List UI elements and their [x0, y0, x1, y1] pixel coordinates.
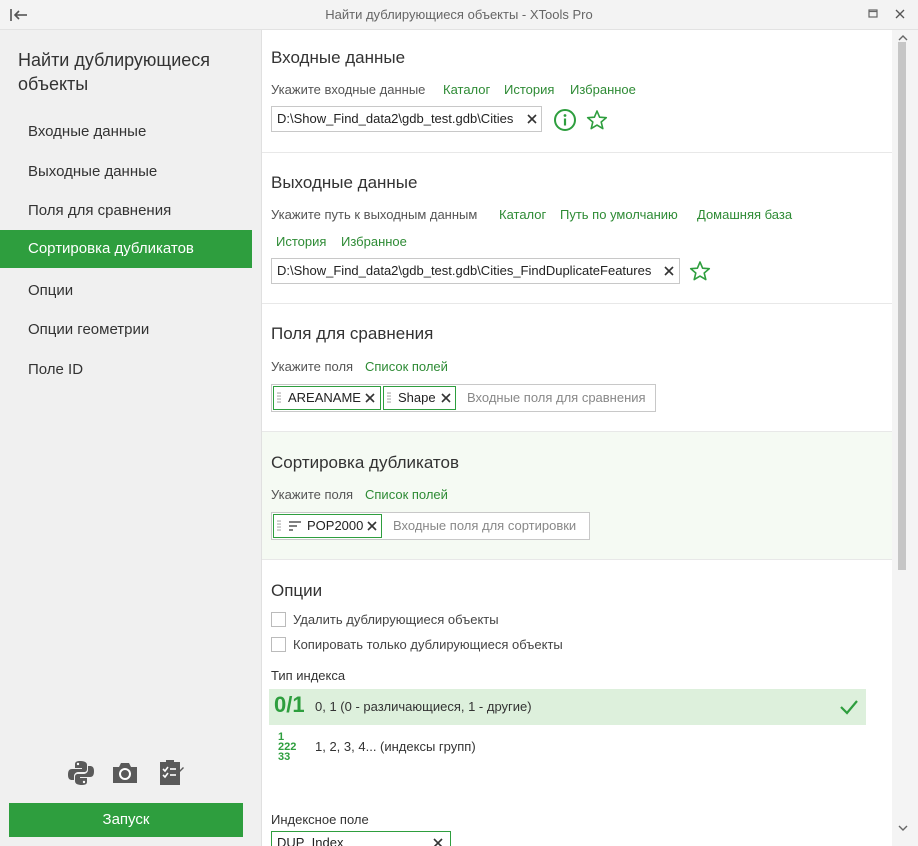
camera-icon[interactable]	[110, 758, 140, 788]
sort-hint: Укажите поля	[271, 487, 354, 502]
options-section: Опции Удалить дублирующиеся объекты Копи…	[262, 560, 892, 846]
field-chip-label: POP2000	[307, 518, 364, 533]
remove-icon[interactable]	[440, 392, 452, 404]
sidebar-title: Найти дублирующиеся объекты	[18, 50, 211, 94]
index-field-input[interactable]: DUP_Index	[271, 831, 451, 846]
compare-section-title: Поля для сравнения	[271, 324, 434, 343]
index-type-groups-label: 1, 2, 3, 4... (индексы групп)	[315, 739, 476, 754]
sort-field-list-link[interactable]: Список полей	[365, 487, 448, 502]
delete-duplicates-label: Удалить дублирующиеся объекты	[293, 612, 499, 627]
index-type-label: Тип индекса	[271, 668, 346, 683]
run-button[interactable]: Запуск	[9, 803, 243, 837]
scroll-thumb[interactable]	[898, 42, 906, 570]
input-catalog-link[interactable]: Каталог	[443, 82, 490, 97]
scroll-down-icon[interactable]	[896, 822, 910, 834]
sort-duplicates-section: Сортировка дубликатов Укажите поля Списо…	[262, 432, 892, 560]
copy-duplicates-label: Копировать только дублирующиеся объекты	[293, 637, 563, 652]
output-default-path-link[interactable]: Путь по умолчанию	[560, 207, 678, 222]
field-chip[interactable]: Shape	[383, 386, 456, 410]
input-path-value: D:\Show_Find_data2\gdb_test.gdb\Cities	[277, 111, 514, 126]
star-icon[interactable]	[689, 260, 711, 282]
sidebar-item-geometry-options[interactable]: Опции геометрии	[0, 311, 252, 349]
clear-icon[interactable]	[525, 112, 539, 126]
compare-fields-input[interactable]: AREANAME Shape Входные поля для сравнени…	[271, 384, 656, 412]
restore-icon[interactable]	[864, 5, 882, 23]
remove-icon[interactable]	[366, 520, 378, 532]
compare-fields-placeholder: Входные поля для сравнения	[467, 390, 646, 405]
star-icon[interactable]	[586, 109, 608, 131]
sort-ascending-icon[interactable]	[288, 520, 302, 532]
field-chip-label: AREANAME	[288, 390, 361, 405]
checkmark-icon	[840, 700, 858, 715]
close-icon[interactable]	[891, 5, 909, 23]
output-section: Выходные данные Укажите путь к выходным …	[262, 153, 892, 304]
input-favorites-link[interactable]: Избранное	[570, 82, 636, 97]
index-type-binary-label: 0, 1 (0 - различающиеся, 1 - другие)	[315, 699, 532, 714]
delete-duplicates-checkbox[interactable]	[271, 612, 286, 627]
window-title: Найти дублирующиеся объекты - XTools Pro	[325, 7, 593, 22]
input-section: Входные данные Укажите входные данные Ка…	[262, 30, 892, 153]
index-type-groups-option[interactable]: 1 222 33 1, 2, 3, 4... (индексы групп)	[269, 729, 866, 765]
copy-duplicates-checkbox[interactable]	[271, 637, 286, 652]
index-field-label: Индексное поле	[271, 812, 369, 827]
options-section-title: Опции	[271, 581, 323, 600]
field-chip-label: Shape	[398, 390, 436, 405]
sidebar-item-output[interactable]: Выходные данные	[0, 153, 252, 191]
output-section-title: Выходные данные	[271, 173, 418, 192]
drag-handle-icon[interactable]	[387, 391, 391, 405]
input-path-field[interactable]: D:\Show_Find_data2\gdb_test.gdb\Cities	[271, 106, 542, 132]
sort-fields-placeholder: Входные поля для сортировки	[393, 518, 577, 533]
input-hint: Укажите входные данные	[271, 82, 426, 97]
delete-duplicates-checkbox-row[interactable]: Удалить дублирующиеся объекты	[271, 610, 671, 630]
index-type-binary-option[interactable]: 0/1 0, 1 (0 - различающиеся, 1 - другие)	[269, 689, 866, 725]
compare-fields-section: Поля для сравнения Укажите поля Список п…	[262, 304, 892, 432]
input-history-link[interactable]: История	[504, 82, 554, 97]
sidebar-item-compare-fields[interactable]: Поля для сравнения	[0, 192, 252, 230]
index-field-value: DUP_Index	[277, 835, 344, 846]
output-home-db-link[interactable]: Домашняя база	[697, 207, 792, 222]
clipboard-checklist-icon[interactable]	[156, 758, 186, 788]
copy-duplicates-checkbox-row[interactable]: Копировать только дублирующиеся объекты	[271, 635, 671, 655]
python-icon[interactable]	[66, 758, 96, 788]
remove-icon[interactable]	[364, 392, 376, 404]
field-chip[interactable]: AREANAME	[273, 386, 381, 410]
input-section-title: Входные данные	[271, 48, 406, 67]
sidebar-item-sort-duplicates[interactable]: Сортировка дубликатов	[0, 230, 252, 268]
output-path-value: D:\Show_Find_data2\gdb_test.gdb\Cities_F…	[277, 263, 652, 278]
clear-icon[interactable]	[662, 264, 676, 278]
vertical-scrollbar[interactable]	[892, 30, 918, 846]
output-favorites-link[interactable]: Избранное	[341, 234, 407, 249]
output-hint: Укажите путь к выходным данным	[271, 207, 478, 222]
sidebar-item-id-field[interactable]: Поле ID	[0, 351, 252, 389]
field-chip[interactable]: POP2000	[273, 514, 382, 538]
group-index-icon: 1 222 33	[278, 731, 297, 763]
compare-field-list-link[interactable]: Список полей	[365, 359, 448, 374]
output-catalog-link[interactable]: Каталог	[499, 207, 546, 222]
drag-handle-icon[interactable]	[277, 391, 281, 405]
main-content: Входные данные Укажите входные данные Ка…	[262, 30, 892, 846]
sidebar: Найти дублирующиеся объекты Входные данн…	[0, 30, 262, 846]
info-icon[interactable]	[553, 108, 577, 132]
sort-section-title: Сортировка дубликатов	[271, 453, 459, 472]
sidebar-item-options[interactable]: Опции	[0, 272, 252, 310]
output-history-link[interactable]: История	[276, 234, 326, 249]
drag-handle-icon[interactable]	[277, 519, 281, 533]
sidebar-item-input[interactable]: Входные данные	[0, 113, 252, 151]
sort-fields-input[interactable]: POP2000 Входные поля для сортировки	[271, 512, 590, 540]
binary-index-icon: 0/1	[274, 692, 305, 717]
clear-icon[interactable]	[432, 837, 444, 846]
title-bar: Найти дублирующиеся объекты - XTools Pro	[0, 0, 918, 30]
output-path-field[interactable]: D:\Show_Find_data2\gdb_test.gdb\Cities_F…	[271, 258, 680, 284]
compare-hint: Укажите поля	[271, 359, 354, 374]
